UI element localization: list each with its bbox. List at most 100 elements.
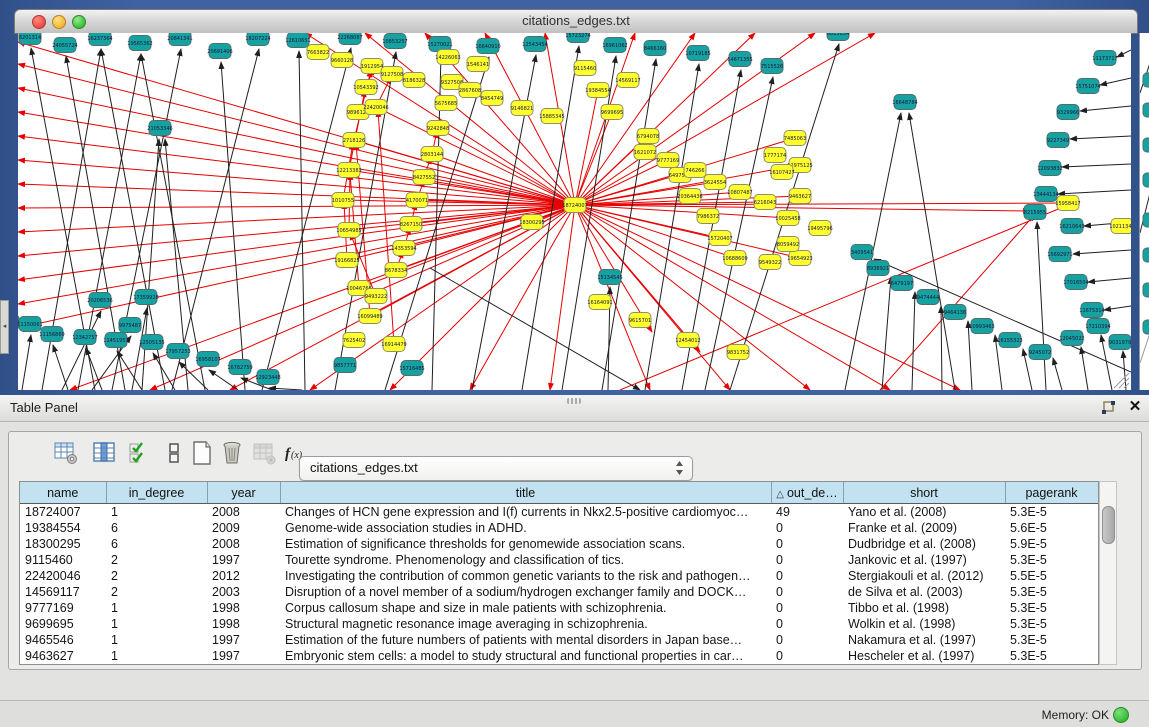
node[interactable]: 8466160 [644, 41, 666, 56]
table-cell[interactable]: 2 [106, 584, 207, 600]
edge[interactable] [299, 51, 305, 390]
edge-selected[interactable] [18, 205, 575, 256]
edge-selected[interactable] [550, 205, 575, 390]
node-selected[interactable]: 9242848 [427, 121, 449, 136]
table-cell[interactable]: 1997 [207, 632, 280, 648]
table-cell[interactable]: 2 [106, 552, 207, 568]
table-cell[interactable]: 1998 [207, 600, 280, 616]
node[interactable]: 21053346 [147, 121, 172, 136]
table-row[interactable]: 946362711997Embryonic stem cells: a mode… [20, 648, 1098, 664]
node[interactable] [1143, 173, 1149, 187]
node[interactable]: 8938921 [867, 261, 889, 276]
column-header-in_degree[interactable]: in_degree [106, 482, 207, 504]
node[interactable]: 15716485 [399, 361, 424, 376]
node[interactable] [1143, 283, 1149, 297]
edge[interactable] [912, 292, 915, 390]
table-cell[interactable]: 2012 [207, 568, 280, 584]
edge[interactable] [1073, 250, 1131, 254]
table-cell[interactable]: 5.3E-5 [1005, 552, 1098, 568]
edge[interactable] [22, 335, 31, 390]
table-cell[interactable]: 5.3E-5 [1005, 584, 1098, 600]
edge-selected[interactable] [18, 205, 575, 208]
node[interactable]: 12923448 [255, 370, 280, 385]
table-cell[interactable]: 6 [106, 536, 207, 552]
node[interactable]: 10853257 [382, 34, 407, 49]
node[interactable] [1143, 73, 1149, 87]
edge[interactable] [1037, 222, 1046, 390]
node-selected[interactable]: 9615701 [629, 313, 651, 328]
node[interactable]: 19565362 [127, 36, 152, 51]
column-header-pagerank[interactable]: pagerank [1005, 482, 1098, 504]
table-cell[interactable]: Yano et al. (2008) [843, 504, 1005, 521]
node[interactable]: 12342757 [72, 330, 97, 345]
node[interactable]: 9245072 [1029, 345, 1051, 360]
table-cell[interactable]: 1 [106, 616, 207, 632]
table-cell[interactable]: 5.3E-5 [1005, 632, 1098, 648]
edge-selected[interactable] [18, 64, 575, 205]
node-selected[interactable]: 8059492 [777, 237, 799, 252]
table-cell[interactable]: Nakamura et al. (1997) [843, 632, 1005, 648]
node[interactable]: 17210394 [1085, 319, 1110, 334]
node-selected[interactable]: 20364436 [677, 189, 702, 204]
node[interactable]: 8813054 [827, 33, 849, 41]
node[interactable]: 9464136 [944, 305, 966, 320]
edge[interactable] [909, 113, 955, 390]
column-header-year[interactable]: year [207, 482, 280, 504]
table-scrollbar-thumb[interactable] [1102, 506, 1115, 544]
node[interactable]: 24055724 [52, 38, 77, 53]
edge[interactable] [62, 311, 101, 390]
table-cell[interactable]: 9777169 [20, 600, 106, 616]
table-cell[interactable]: 0 [771, 568, 843, 584]
table-cell[interactable]: 2008 [207, 536, 280, 552]
edge[interactable] [269, 388, 302, 390]
table-cell[interactable]: 2003 [207, 584, 280, 600]
table-cell[interactable]: Dudbridge et al. (2008) [843, 536, 1005, 552]
node[interactable]: 16210643 [1059, 219, 1084, 234]
edge-selected[interactable] [575, 205, 1030, 211]
node-selected[interactable]: 10807487 [727, 185, 752, 200]
node[interactable] [1143, 103, 1149, 117]
node-selected[interactable]: 15885345 [539, 109, 564, 124]
network-canvas[interactable]: 8201314240557241623736419565362208413412… [18, 33, 1131, 390]
node-selected[interactable]: 16164091 [587, 295, 612, 310]
node[interactable]: 10719185 [685, 46, 710, 61]
edge[interactable] [882, 277, 891, 390]
node[interactable]: 17957253 [165, 344, 190, 359]
table-row[interactable]: 1456911722003Disruption of a novel membe… [20, 584, 1098, 600]
edge[interactable] [1081, 347, 1088, 390]
node-table[interactable]: namein_degreeyeartitle△out_de…shortpager… [19, 481, 1099, 665]
node[interactable]: 17359928 [133, 290, 158, 305]
table-settings-icon[interactable] [53, 440, 79, 466]
node[interactable]: 15723274 [565, 33, 590, 43]
table-cell[interactable]: Estimation of the future numbers of pati… [280, 632, 771, 648]
table-cell[interactable]: 2008 [207, 504, 280, 521]
table-cell[interactable]: 0 [771, 600, 843, 616]
background-network-window[interactable] [1139, 33, 1149, 390]
node[interactable]: 11675314 [1079, 303, 1104, 318]
node-selected[interactable]: 1777174 [764, 148, 786, 163]
node[interactable]: 16958107 [195, 352, 220, 367]
new-column-icon[interactable] [189, 440, 215, 466]
node-selected[interactable]: 9831752 [727, 345, 749, 360]
table-cell[interactable]: 5.3E-5 [1005, 600, 1098, 616]
node-selected[interactable]: 10688609 [722, 251, 747, 266]
node[interactable]: 11156869 [39, 327, 64, 342]
table-cell[interactable]: Franke et al. (2009) [843, 520, 1005, 536]
memory-status-icon[interactable] [1113, 707, 1129, 723]
table-cell[interactable]: 9699695 [20, 616, 106, 632]
node[interactable]: 18207224 [245, 33, 270, 46]
node-selected[interactable]: 16099489 [357, 309, 382, 324]
node-selected[interactable]: 8427552 [413, 170, 435, 185]
edge[interactable] [1053, 358, 1062, 390]
node[interactable] [1143, 320, 1149, 334]
table-cell[interactable]: 1997 [207, 648, 280, 664]
node-selected[interactable]: 16914479 [381, 337, 406, 352]
table-cell[interactable]: 14569117 [20, 584, 106, 600]
node-selected[interactable]: 19654923 [787, 251, 812, 266]
edge-selected[interactable] [880, 214, 1035, 390]
node-selected[interactable]: 10211342 [1109, 219, 1131, 234]
node-selected[interactable]: 1010755 [332, 193, 354, 208]
edge[interactable] [1117, 50, 1131, 57]
float-panel-icon[interactable] [1100, 400, 1116, 416]
table-cell[interactable]: Corpus callosum shape and size in male p… [280, 600, 771, 616]
